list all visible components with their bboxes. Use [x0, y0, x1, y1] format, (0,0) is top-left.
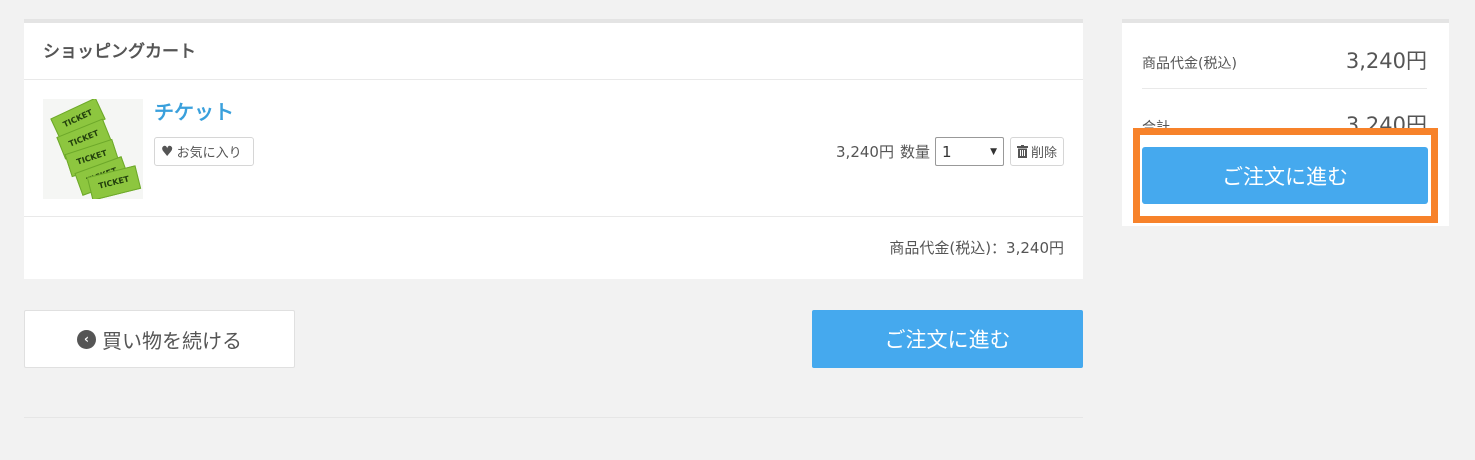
- item-price: 3,240円: [836, 143, 894, 161]
- favorite-label: お気に入り: [176, 146, 242, 161]
- delete-label: 削除: [1030, 146, 1057, 161]
- continue-shopping-button[interactable]: ‹ 買い物を続ける: [24, 310, 295, 368]
- summary-product-value: 3,240円: [1345, 49, 1427, 73]
- quantity-value: 1: [941, 142, 952, 161]
- price-quantity-group: 3,240円 数量 1 ▼ 削除: [836, 137, 1064, 166]
- summary-product-label: 商品代金(税込): [1142, 56, 1237, 72]
- summary-product-row: 商品代金(税込) 3,240円: [1142, 45, 1427, 75]
- quantity-label: 数量: [899, 143, 930, 161]
- chevron-left-circle-icon: ‹: [77, 329, 96, 349]
- trash-icon: [1016, 145, 1028, 158]
- summary-divider: [1142, 88, 1427, 89]
- divider: [24, 417, 1083, 418]
- continue-shopping-label: 買い物を続ける: [102, 328, 242, 353]
- product-name-link[interactable]: チケット: [154, 96, 234, 125]
- summary-proceed-to-order-button[interactable]: ご注文に進む: [1142, 147, 1428, 204]
- delete-button[interactable]: 削除: [1009, 137, 1064, 166]
- cart-panel: ショッピングカート TICKET TICKET TICKET TICKET TI…: [24, 19, 1083, 279]
- chevron-down-icon: ▼: [990, 146, 997, 157]
- favorite-button[interactable]: ♥ お気に入り: [154, 137, 254, 166]
- proceed-to-order-button[interactable]: ご注文に進む: [812, 310, 1083, 368]
- product-thumbnail[interactable]: TICKET TICKET TICKET TICKET TICKET: [43, 99, 143, 199]
- cart-item: TICKET TICKET TICKET TICKET TICKET チケット …: [24, 80, 1083, 217]
- heart-icon: ♥: [161, 143, 174, 160]
- quantity-select[interactable]: 1 ▼: [934, 137, 1004, 166]
- cart-title: ショッピングカート: [24, 23, 1083, 80]
- cart-subtotal: 商品代金(税込)：3,240円: [889, 239, 1064, 257]
